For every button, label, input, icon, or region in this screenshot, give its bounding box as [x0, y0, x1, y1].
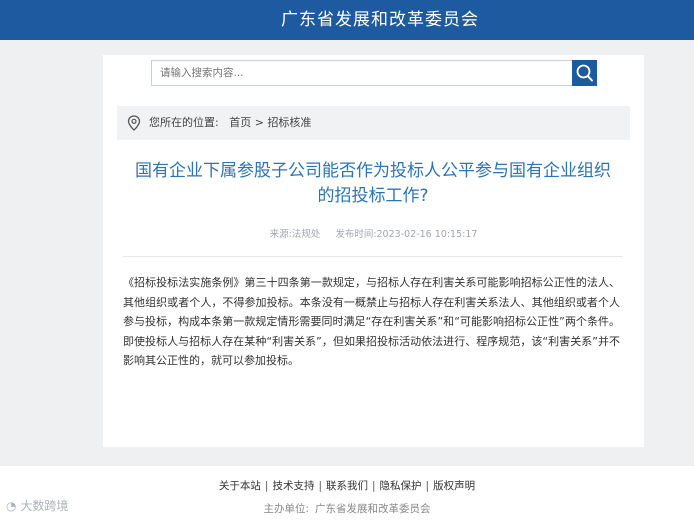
- site-title: 广东省发展和改革委员会: [281, 10, 479, 30]
- footer-link-tech-support[interactable]: 技术支持: [272, 480, 314, 492]
- footer-host: 主办单位: 广东省发展和改革委员会: [0, 501, 694, 516]
- article-source: 来源:法规处: [269, 229, 321, 240]
- article-body: 《招标投标法实施条例》第三十四条第一款规定，与招标人存在利害关系可能影响招标公正…: [123, 276, 620, 367]
- footer-links: 关于本站 | 技术支持 | 联系我们 | 隐私保护 | 版权声明: [0, 478, 694, 493]
- search-input[interactable]: [152, 61, 572, 85]
- footer-host-name: 广东省发展和改革委员会: [315, 503, 431, 515]
- footer-link-copyright[interactable]: 版权声明: [433, 480, 475, 492]
- article-meta: 来源:法规处 发布时间:2023-02-16 10:15:17: [103, 226, 644, 240]
- site-header: 广东省发展和改革委员会: [0, 0, 694, 40]
- footer-separator: |: [264, 480, 269, 492]
- site-footer: 关于本站 | 技术支持 | 联系我们 | 隐私保护 | 版权声明 主办单位: 广东省发展和改革委员…: [0, 466, 694, 521]
- footer-host-label: 主办单位:: [263, 503, 310, 515]
- search-icon: [576, 64, 593, 82]
- breadcrumb-home-link[interactable]: 首页: [229, 116, 251, 129]
- content-card: 您所在的位置: 首页 > 招标核准 国有企业下属参股子公司能否作为投标人公平参与…: [103, 55, 644, 447]
- breadcrumb-current-link[interactable]: 招标核准: [267, 116, 311, 129]
- watermark-text: 大数跨境: [20, 499, 69, 513]
- location-pin-icon: [127, 115, 141, 131]
- footer-separator: |: [425, 480, 430, 492]
- breadcrumb: 您所在的位置: 首页 > 招标核准: [117, 106, 630, 140]
- footer-separator: |: [372, 480, 376, 492]
- watermark-icon: ◔: [6, 499, 17, 513]
- breadcrumb-separator: >: [254, 116, 264, 129]
- article-title: 国有企业下属参股子公司能否作为投标人公平参与国有企业组织的招投标工作?: [135, 161, 611, 206]
- footer-link-about[interactable]: 关于本站: [219, 480, 261, 492]
- divider: [123, 256, 623, 257]
- footer-separator: |: [318, 480, 322, 492]
- footer-link-privacy[interactable]: 隐私保护: [380, 480, 422, 492]
- article-published-time: 发布时间:2023-02-16 10:15:17: [335, 229, 478, 240]
- watermark-logo: ◔ 大数跨境: [6, 497, 68, 514]
- search-button[interactable]: [572, 60, 597, 86]
- breadcrumb-label: 您所在的位置:: [149, 116, 219, 129]
- footer-link-contact[interactable]: 联系我们: [326, 480, 368, 492]
- search-box: [151, 60, 597, 86]
